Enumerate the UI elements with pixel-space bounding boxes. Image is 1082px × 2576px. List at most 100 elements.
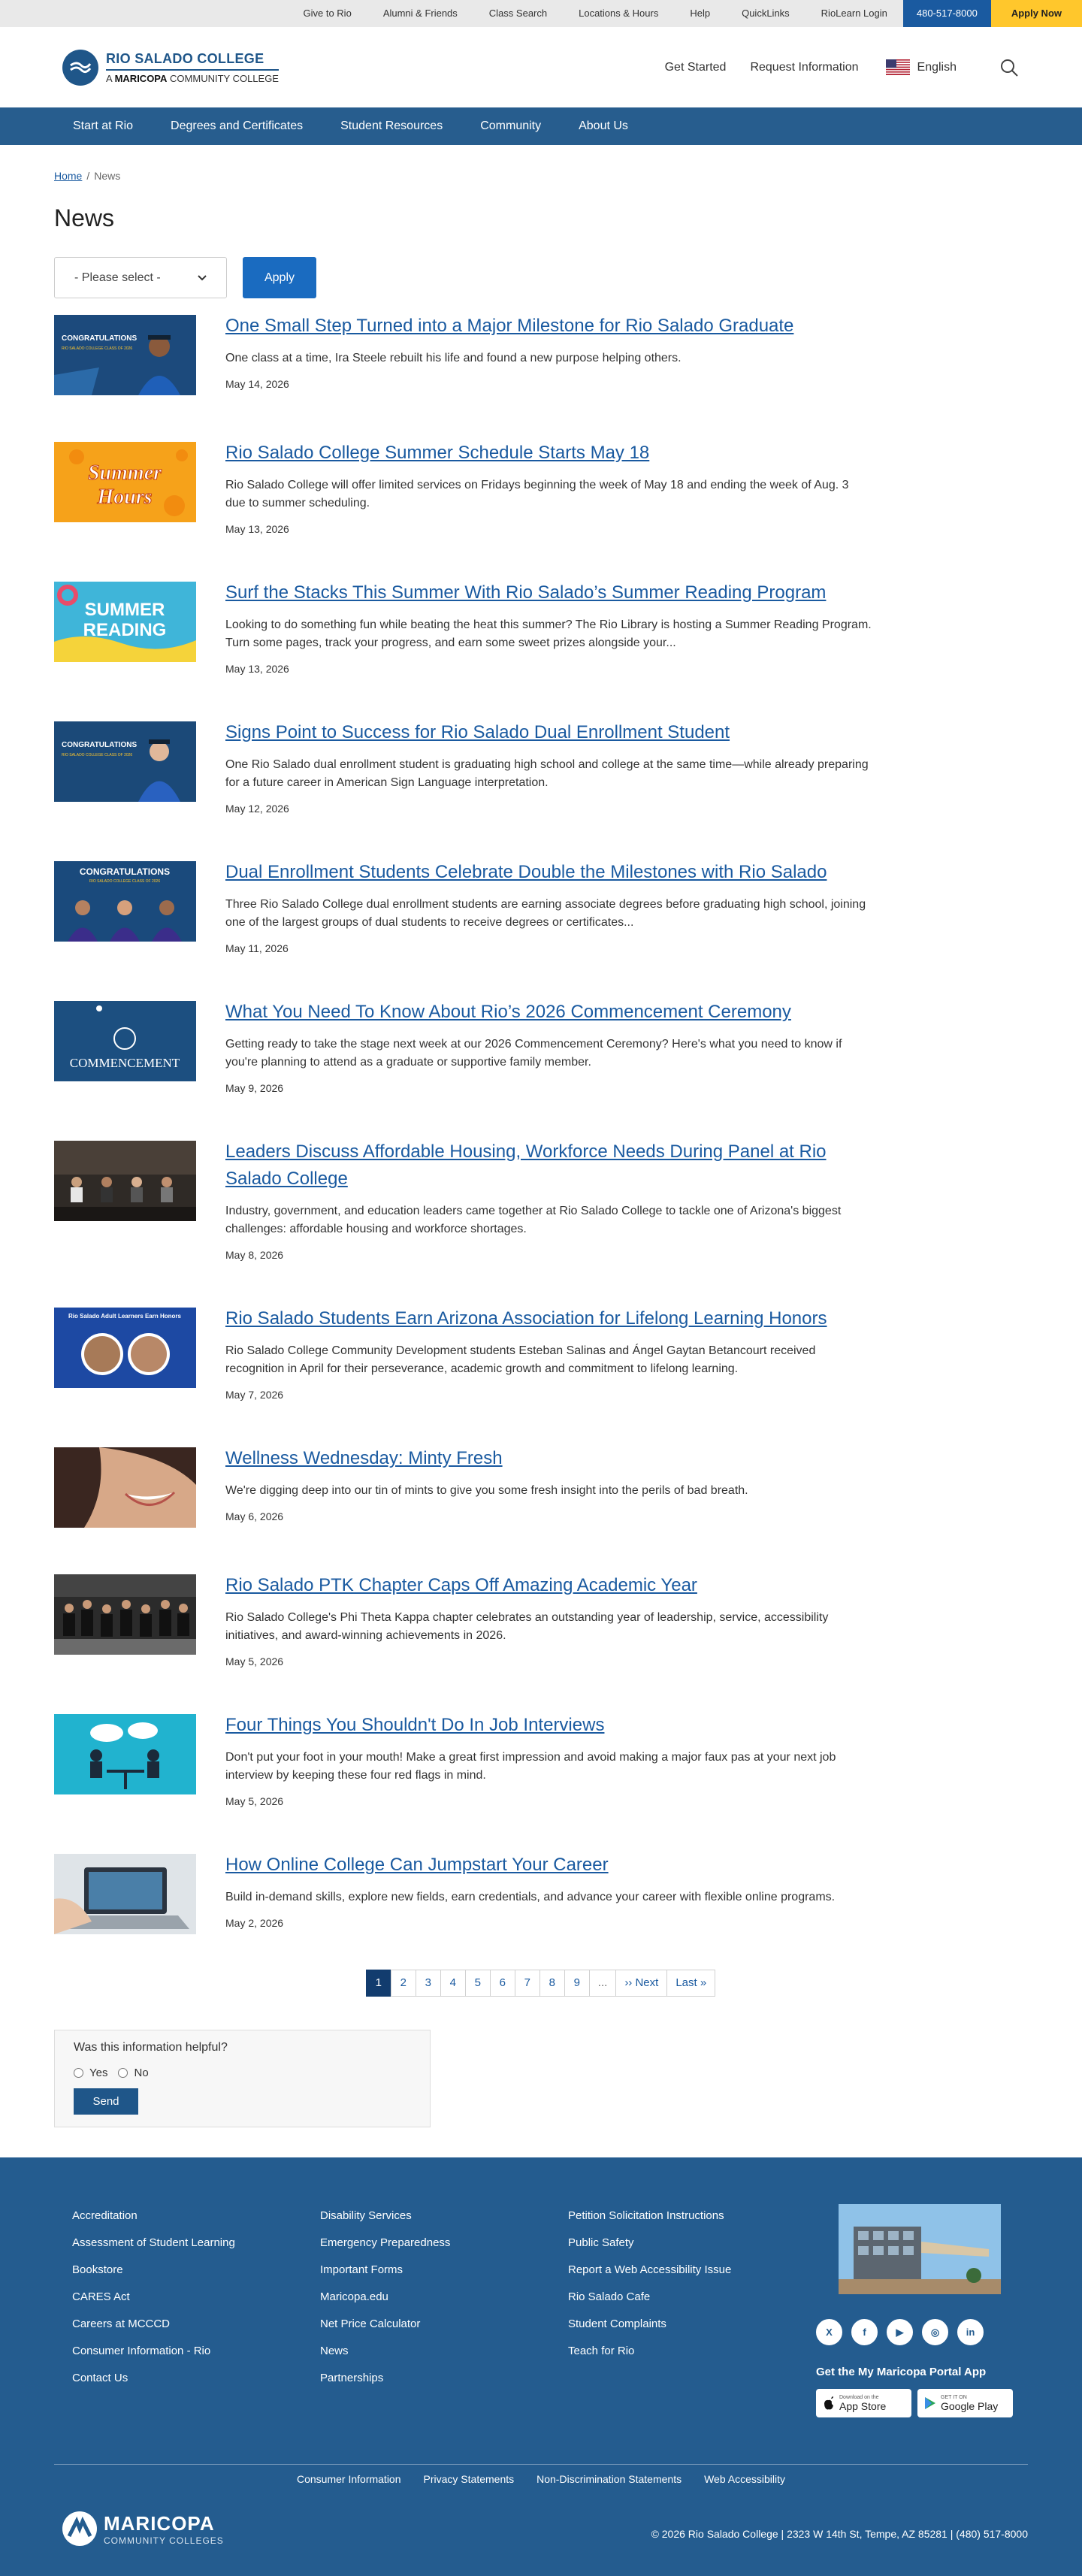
news-thumbnail[interactable]: CONGRATULATIONS RIO SALADO COLLEGE CLASS… xyxy=(54,315,196,395)
footer-link[interactable]: Net Price Calculator xyxy=(320,2311,568,2338)
page-link-4[interactable]: 4 xyxy=(440,1970,466,1997)
footer-link[interactable]: Rio Salado Cafe xyxy=(568,2284,816,2311)
util-link-give[interactable]: Give to Rio xyxy=(288,0,367,27)
footer-link[interactable]: Report a Web Accessibility Issue xyxy=(568,2257,816,2284)
news-title[interactable]: Dual Enrollment Students Celebrate Doubl… xyxy=(225,859,872,886)
news-title[interactable]: Wellness Wednesday: Minty Fresh xyxy=(225,1445,872,1472)
nav-degrees[interactable]: Degrees and Certificates xyxy=(152,107,322,145)
footer-link[interactable]: News xyxy=(320,2338,568,2365)
news-thumbnail[interactable] xyxy=(54,1574,196,1655)
util-link-help[interactable]: Help xyxy=(674,0,726,27)
news-title[interactable]: What You Need To Know About Rio’s 2026 C… xyxy=(225,999,872,1026)
footer-link[interactable]: Student Complaints xyxy=(568,2311,816,2338)
get-started-link[interactable]: Get Started xyxy=(665,61,727,74)
nav-start-at-rio[interactable]: Start at Rio xyxy=(54,107,152,145)
news-item: How Online College Can Jumpstart Your Ca… xyxy=(54,1854,1028,1934)
last-page-link[interactable]: Last » xyxy=(666,1970,716,1997)
request-info-link[interactable]: Request Information xyxy=(750,61,858,74)
news-thumbnail[interactable] xyxy=(54,1854,196,1934)
nav-community[interactable]: Community xyxy=(461,107,560,145)
page-link-5[interactable]: 5 xyxy=(464,1970,491,1997)
footer-link[interactable]: Petition Solicitation Instructions xyxy=(568,2203,816,2230)
util-link-class-search[interactable]: Class Search xyxy=(473,0,563,27)
footer-link[interactable]: Careers at MCCCD xyxy=(72,2311,320,2338)
util-link-locations[interactable]: Locations & Hours xyxy=(563,0,674,27)
footer-link[interactable]: Emergency Preparedness xyxy=(320,2230,568,2257)
facebook-icon[interactable]: f xyxy=(851,2319,878,2345)
feedback-question: Was this information helpful? xyxy=(74,2041,228,2054)
feedback-yes-option[interactable]: Yes xyxy=(74,2067,107,2079)
maricopa-logo[interactable]: MARICOPA COMMUNITY COLLEGES xyxy=(62,2511,224,2547)
page-link-6[interactable]: 6 xyxy=(489,1970,515,1997)
apply-filter-button[interactable]: Apply xyxy=(243,257,316,298)
language-selector[interactable]: English xyxy=(885,59,957,75)
legal-link[interactable]: Privacy Statements xyxy=(413,2473,526,2485)
news-date: May 13, 2026 xyxy=(225,523,289,535)
news-title[interactable]: How Online College Can Jumpstart Your Ca… xyxy=(225,1852,872,1879)
nav-about-us[interactable]: About Us xyxy=(560,107,647,145)
footer-link[interactable]: Partnerships xyxy=(320,2365,568,2392)
news-thumbnail[interactable]: COMMENCEMENT xyxy=(54,1001,196,1081)
college-logo[interactable]: RIO SALADO COLLEGE A MARICOPA COMMUNITY … xyxy=(62,49,279,86)
feedback-no-option[interactable]: No xyxy=(118,2067,149,2079)
news-title[interactable]: Rio Salado Students Earn Arizona Associa… xyxy=(225,1305,872,1332)
news-title[interactable]: Leaders Discuss Affordable Housing, Work… xyxy=(225,1138,872,1193)
news-title[interactable]: One Small Step Turned into a Major Miles… xyxy=(225,313,872,340)
legal-link[interactable]: Web Accessibility xyxy=(693,2473,796,2485)
footer-link[interactable]: Disability Services xyxy=(320,2203,568,2230)
nav-student-resources[interactable]: Student Resources xyxy=(322,107,461,145)
footer-link[interactable]: Assessment of Student Learning xyxy=(72,2230,320,2257)
footer-link[interactable]: Consumer Information - Rio xyxy=(72,2338,320,2365)
legal-link[interactable]: Non-Discrimination Statements xyxy=(525,2473,693,2485)
news-thumbnail[interactable]: CONGRATULATIONS RIO SALADO COLLEGE CLASS… xyxy=(54,721,196,802)
page-link-1[interactable]: 1 xyxy=(365,1970,391,1997)
news-thumbnail[interactable]: SUMMER READING xyxy=(54,582,196,662)
news-title[interactable]: Rio Salado College Summer Schedule Start… xyxy=(225,440,872,467)
instagram-icon[interactable]: ◎ xyxy=(922,2319,948,2345)
footer-link[interactable]: Public Safety xyxy=(568,2230,816,2257)
phone-link[interactable]: 480-517-8000 xyxy=(902,0,991,27)
x-icon[interactable]: X xyxy=(816,2319,842,2345)
news-thumbnail[interactable]: Summer Hours xyxy=(54,442,196,522)
news-thumbnail[interactable] xyxy=(54,1141,196,1221)
app-store-badge[interactable]: Download on the App Store xyxy=(816,2389,911,2417)
news-title[interactable]: Four Things You Shouldn't Do In Job Inte… xyxy=(225,1712,872,1739)
util-link-alumni[interactable]: Alumni & Friends xyxy=(367,0,473,27)
page-link-9[interactable]: 9 xyxy=(564,1970,590,1997)
next-page-link[interactable]: ›› Next xyxy=(615,1970,668,1997)
radio-no[interactable] xyxy=(118,2068,128,2078)
footer-link[interactable]: Maricopa.edu xyxy=(320,2284,568,2311)
page-link-3[interactable]: 3 xyxy=(415,1970,441,1997)
footer-link[interactable]: Teach for Rio xyxy=(568,2338,816,2365)
radio-yes[interactable] xyxy=(74,2068,83,2078)
news-thumbnail[interactable] xyxy=(54,1714,196,1794)
util-link-quicklinks[interactable]: QuickLinks xyxy=(726,0,805,27)
util-link-riolearn[interactable]: RioLearn Login xyxy=(805,0,903,27)
page-link-8[interactable]: 8 xyxy=(539,1970,565,1997)
linkedin-icon[interactable]: in xyxy=(957,2319,984,2345)
footer-link[interactable]: Contact Us xyxy=(72,2365,320,2392)
category-select[interactable]: - Please select - xyxy=(54,257,227,298)
footer-link[interactable]: Accreditation xyxy=(72,2203,320,2230)
send-feedback-button[interactable]: Send xyxy=(74,2088,138,2115)
footer-link[interactable]: Bookstore xyxy=(72,2257,320,2284)
news-thumbnail[interactable]: CONGRATULATIONS RIO SALADO COLLEGE CLASS… xyxy=(54,861,196,942)
news-title[interactable]: Signs Point to Success for Rio Salado Du… xyxy=(225,719,872,746)
legal-link[interactable]: Consumer Information xyxy=(286,2473,413,2485)
footer-link[interactable]: Important Forms xyxy=(320,2257,568,2284)
news-summary: One Rio Salado dual enrollment student i… xyxy=(225,758,869,789)
news-item: CONGRATULATIONS RIO SALADO COLLEGE CLASS… xyxy=(54,721,1028,815)
news-thumbnail[interactable] xyxy=(54,1447,196,1528)
page-link-7[interactable]: 7 xyxy=(514,1970,540,1997)
breadcrumb-home[interactable]: Home xyxy=(54,170,82,182)
news-title[interactable]: Rio Salado PTK Chapter Caps Off Amazing … xyxy=(225,1572,872,1599)
news-thumbnail[interactable]: Rio Salado Adult Learners Earn Honors xyxy=(54,1308,196,1388)
apple-icon xyxy=(824,2396,833,2410)
footer-link[interactable]: CARES Act xyxy=(72,2284,320,2311)
page-link-2[interactable]: 2 xyxy=(390,1970,416,1997)
google-play-badge[interactable]: GET IT ON Google Play xyxy=(917,2389,1013,2417)
apply-now-button[interactable]: Apply Now xyxy=(990,0,1082,27)
news-title[interactable]: Surf the Stacks This Summer With Rio Sal… xyxy=(225,579,872,606)
search-icon[interactable] xyxy=(999,57,1020,78)
youtube-icon[interactable]: ▶ xyxy=(887,2319,913,2345)
